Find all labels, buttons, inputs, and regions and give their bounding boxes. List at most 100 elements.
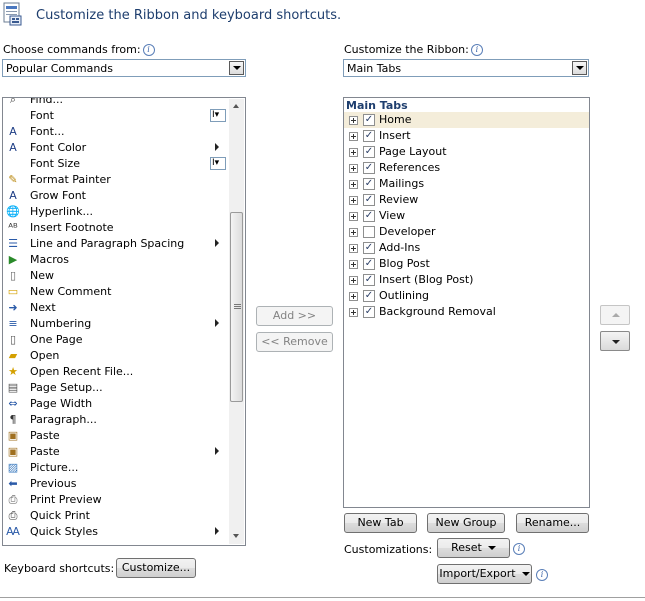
ribbon-tree[interactable]: Main Tabs ✓ Home ✓ Insert ✓ Page Layout ✓ Refer… — [343, 97, 590, 508]
scroll-up-button[interactable] — [229, 99, 244, 114]
list-item[interactable]: A Font Color — [3, 140, 229, 156]
expand-icon[interactable] — [349, 292, 358, 301]
expand-icon[interactable] — [349, 164, 358, 173]
list-item[interactable]: ▰ Open — [3, 348, 229, 364]
list-item-label: New Comment — [30, 285, 112, 298]
expand-icon[interactable] — [349, 276, 358, 285]
rename-button[interactable]: Rename... — [516, 513, 589, 533]
expand-icon[interactable] — [349, 196, 358, 205]
list-item[interactable]: ▯ One Page — [3, 332, 229, 348]
tab-checkbox[interactable]: ✓ — [363, 178, 375, 190]
list-item-label: Picture... — [30, 461, 79, 474]
list-item[interactable]: ▶ Macros — [3, 252, 229, 268]
tab-checkbox[interactable]: ✓ — [363, 146, 375, 158]
tree-item[interactable]: ✓ Page Layout — [344, 144, 589, 160]
list-item[interactable]: Ꜳ Quick Styles — [3, 524, 229, 540]
tab-checkbox[interactable]: ✓ — [363, 258, 375, 270]
list-item[interactable]: ¶ Paragraph... — [3, 412, 229, 428]
list-item[interactable]: ▤ Page Setup... — [3, 380, 229, 396]
list-item[interactable]: Font Size I▾ — [3, 156, 229, 172]
chevron-down-icon[interactable] — [572, 61, 587, 75]
scroll-down-button[interactable] — [229, 529, 244, 544]
list-item-label: One Page — [30, 333, 83, 346]
tree-item[interactable]: ✓ Blog Post — [344, 256, 589, 272]
open-recent-icon: ★ — [8, 365, 18, 378]
tab-checkbox[interactable]: ✓ — [363, 290, 375, 302]
new-comment-icon: ▭ — [7, 285, 19, 298]
commands-source-dropdown[interactable]: Popular Commands — [2, 59, 246, 77]
list-item[interactable]: ➜ Next — [3, 300, 229, 316]
list-item[interactable]: ★ Open Recent File... — [3, 364, 229, 380]
submenu-arrow-icon — [215, 319, 219, 327]
new-tab-button[interactable]: New Tab — [344, 513, 417, 533]
tree-item[interactable]: ✓ View — [344, 208, 589, 224]
tab-checkbox[interactable]: ✓ — [363, 210, 375, 222]
move-down-button[interactable] — [600, 331, 630, 351]
expand-icon[interactable] — [349, 308, 358, 317]
tree-item-label: View — [379, 209, 406, 222]
ribbon-tabs-dropdown[interactable]: Main Tabs — [343, 59, 589, 77]
list-item[interactable]: ▣ Paste — [3, 428, 229, 444]
list-item[interactable]: ≡ Numbering — [3, 316, 229, 332]
commands-list[interactable]: ⌕ Find... Font I▾ A Font... A Font Color Font Si… — [2, 97, 246, 546]
list-item[interactable]: ▭ New Comment — [3, 284, 229, 300]
font-dialog-icon: A — [9, 125, 17, 138]
reset-button[interactable]: Reset — [437, 538, 510, 558]
move-up-button[interactable] — [600, 305, 630, 325]
tree-item[interactable]: ✓ Insert (Blog Post) — [344, 272, 589, 288]
tree-item[interactable]: Developer — [344, 224, 589, 240]
tree-item[interactable]: ✓ Insert — [344, 128, 589, 144]
expand-icon[interactable] — [349, 260, 358, 269]
expand-icon[interactable] — [349, 132, 358, 141]
list-item[interactable]: ▯ New — [3, 268, 229, 284]
expand-icon[interactable] — [349, 228, 358, 237]
tab-checkbox[interactable] — [363, 226, 375, 238]
combo-selector-icon: I▾ — [210, 109, 226, 122]
quick-print-icon: ⎙ — [8, 509, 18, 522]
list-item[interactable]: A Font... — [3, 124, 229, 140]
tree-item[interactable]: ✓ Home — [344, 112, 589, 128]
list-item[interactable]: ⇔ Page Width — [3, 396, 229, 412]
scroll-thumb[interactable] — [230, 212, 243, 402]
list-item[interactable]: A Grow Font — [3, 188, 229, 204]
list-item[interactable]: ⎙ Print Preview — [3, 492, 229, 508]
new-group-button[interactable]: New Group — [427, 513, 505, 533]
tab-checkbox[interactable]: ✓ — [363, 162, 375, 174]
list-item[interactable]: ⎙ Quick Print — [3, 508, 229, 524]
list-item-label: Grow Font — [30, 189, 86, 202]
tree-item[interactable]: ✓ Outlining — [344, 288, 589, 304]
tab-checkbox[interactable]: ✓ — [363, 194, 375, 206]
list-item[interactable]: Font I▾ — [3, 108, 229, 124]
tab-checkbox[interactable]: ✓ — [363, 306, 375, 318]
tree-item[interactable]: ✓ Add-Ins — [344, 240, 589, 256]
chevron-down-icon[interactable] — [229, 61, 244, 75]
tree-item[interactable]: ✓ Background Removal — [344, 304, 589, 320]
tree-item[interactable]: ✓ References — [344, 160, 589, 176]
remove-button[interactable]: << Remove — [256, 332, 333, 352]
expand-icon[interactable] — [349, 180, 358, 189]
list-item[interactable]: 🌐 Hyperlink... — [3, 204, 229, 220]
commands-scrollbar[interactable] — [229, 99, 244, 544]
add-button[interactable]: Add >> — [256, 306, 333, 326]
list-item[interactable]: ▣ Paste — [3, 444, 229, 460]
expand-icon[interactable] — [349, 148, 358, 157]
list-item[interactable]: ᴬᴮ Insert Footnote — [3, 220, 229, 236]
tab-checkbox[interactable]: ✓ — [363, 114, 375, 126]
list-item[interactable]: ▨ Picture... — [3, 460, 229, 476]
list-item-label: Page Setup... — [30, 381, 103, 394]
tree-item[interactable]: ✓ Review — [344, 192, 589, 208]
list-item[interactable]: ⬅ Previous — [3, 476, 229, 492]
customize-shortcuts-button[interactable]: Customize... — [116, 558, 196, 578]
tab-checkbox[interactable]: ✓ — [363, 242, 375, 254]
list-item[interactable]: ☰ Line and Paragraph Spacing — [3, 236, 229, 252]
expand-icon[interactable] — [349, 116, 358, 125]
import-export-button[interactable]: Import/Export — [437, 564, 532, 584]
tree-item[interactable]: ✓ Mailings — [344, 176, 589, 192]
expand-icon[interactable] — [349, 212, 358, 221]
submenu-arrow-icon — [215, 143, 219, 151]
tab-checkbox[interactable]: ✓ — [363, 130, 375, 142]
tab-checkbox[interactable]: ✓ — [363, 274, 375, 286]
list-item[interactable]: ⌕ Find... — [3, 98, 229, 108]
list-item[interactable]: ✎ Format Painter — [3, 172, 229, 188]
expand-icon[interactable] — [349, 244, 358, 253]
